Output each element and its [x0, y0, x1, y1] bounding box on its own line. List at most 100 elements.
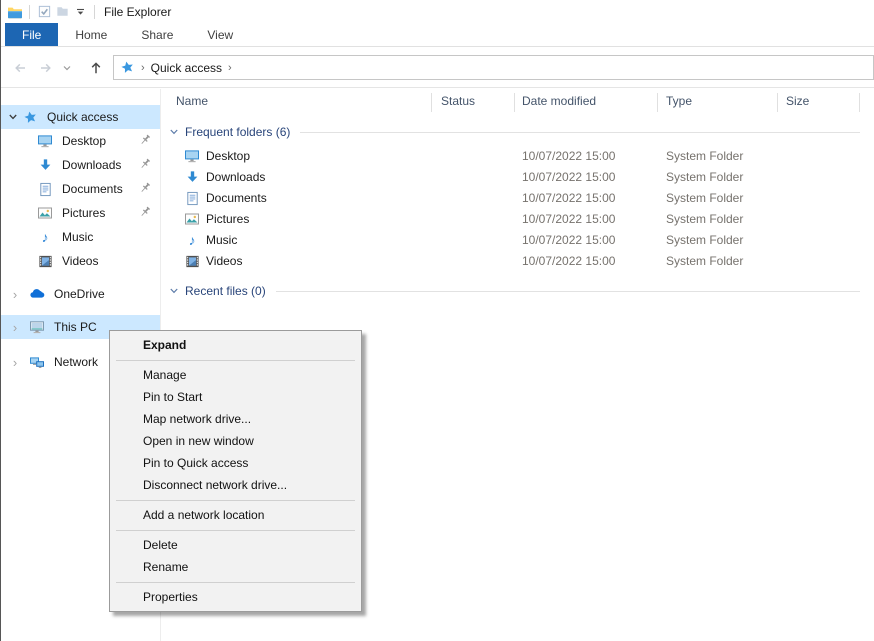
column-header-date-modified[interactable]: Date modified [522, 94, 596, 108]
tab-home[interactable]: Home [58, 23, 124, 46]
file-row-documents[interactable]: Documents 10/07/2022 15:00 System Folder [161, 188, 874, 209]
pin-icon[interactable] [138, 181, 152, 195]
sidebar-item-label: Music [62, 230, 93, 244]
menu-item-delete[interactable]: Delete [110, 534, 361, 556]
context-menu-this-pc: Expand Manage Pin to Start Map network d… [109, 330, 362, 612]
pin-icon[interactable] [138, 205, 152, 219]
pictures-icon [184, 211, 200, 227]
chevron-down-icon [169, 286, 179, 296]
sidebar-item-label: Network [54, 355, 98, 369]
file-explorer-window: File Explorer File Home Share View [0, 0, 874, 641]
menu-item-rename[interactable]: Rename [110, 556, 361, 578]
file-date-modified: 10/07/2022 15:00 [522, 170, 615, 184]
file-date-modified: 10/07/2022 15:00 [522, 254, 615, 268]
file-row-desktop[interactable]: Desktop 10/07/2022 15:00 System Folder [161, 146, 874, 167]
chevron-right-icon[interactable]: › [8, 355, 22, 370]
column-resize-handle[interactable] [657, 93, 658, 112]
group-header-label: Frequent folders (6) [185, 125, 290, 139]
up-icon[interactable] [83, 55, 109, 81]
sidebar-item-pictures[interactable]: Pictures [1, 201, 160, 225]
file-name: Downloads [206, 170, 265, 184]
forward-icon[interactable] [33, 55, 59, 81]
file-date-modified: 10/07/2022 15:00 [522, 149, 615, 163]
pin-icon[interactable] [138, 157, 152, 171]
menu-item-open-in-new-window[interactable]: Open in new window [110, 430, 361, 452]
file-type: System Folder [666, 212, 743, 226]
file-row-pictures[interactable]: Pictures 10/07/2022 15:00 System Folder [161, 209, 874, 230]
sidebar-item-videos[interactable]: Videos [1, 249, 160, 273]
breadcrumb-quick-access[interactable]: Quick access [151, 61, 222, 75]
network-icon [29, 354, 45, 370]
address-bar[interactable]: › Quick access › [113, 55, 874, 80]
menu-item-disconnect-network-drive[interactable]: Disconnect network drive... [110, 474, 361, 496]
column-resize-handle[interactable] [777, 93, 778, 112]
chevron-down-icon[interactable] [8, 112, 22, 122]
breadcrumb-chevron-icon[interactable]: › [141, 62, 145, 74]
quick-access-star-icon [22, 109, 38, 125]
tab-file[interactable]: File [5, 23, 58, 46]
file-date-modified: 10/07/2022 15:00 [522, 191, 615, 205]
tab-share[interactable]: Share [124, 23, 190, 46]
file-date-modified: 10/07/2022 15:00 [522, 212, 615, 226]
sidebar-item-downloads[interactable]: Downloads [1, 153, 160, 177]
sidebar-item-onedrive[interactable]: › OneDrive [1, 282, 160, 306]
qat-dropdown-icon[interactable] [71, 3, 89, 21]
menu-item-pin-to-quick-access[interactable]: Pin to Quick access [110, 452, 361, 474]
menu-item-add-network-location[interactable]: Add a network location [110, 504, 361, 526]
downloads-icon [37, 157, 53, 173]
chevron-right-icon[interactable]: › [8, 320, 22, 335]
file-row-downloads[interactable]: Downloads 10/07/2022 15:00 System Folder [161, 167, 874, 188]
sidebar-item-desktop[interactable]: Desktop [1, 129, 160, 153]
recent-locations-chevron-icon[interactable] [59, 55, 75, 81]
file-row-videos[interactable]: Videos 10/07/2022 15:00 System Folder [161, 251, 874, 272]
titlebar-separator [94, 5, 95, 19]
column-resize-handle[interactable] [514, 93, 515, 112]
music-icon: ♪ [37, 229, 53, 245]
group-header-frequent-folders[interactable]: Frequent folders (6) [169, 122, 874, 142]
sidebar-item-label: This PC [54, 320, 97, 334]
menu-item-pin-to-start[interactable]: Pin to Start [110, 386, 361, 408]
file-name: Pictures [206, 212, 249, 226]
group-header-rule [276, 291, 860, 292]
new-folder-icon[interactable] [53, 3, 71, 21]
group-header-rule [300, 132, 860, 133]
tab-view[interactable]: View [190, 23, 250, 46]
menu-item-properties[interactable]: Properties [110, 586, 361, 608]
sidebar-item-label: Documents [62, 182, 123, 196]
sidebar-item-music[interactable]: ♪ Music [1, 225, 160, 249]
menu-item-expand[interactable]: Expand [110, 334, 361, 356]
menu-separator [110, 496, 361, 504]
file-type: System Folder [666, 149, 743, 163]
file-type: System Folder [666, 254, 743, 268]
sidebar-item-label: Videos [62, 254, 98, 268]
breadcrumb-chevron-icon[interactable]: › [228, 62, 232, 74]
downloads-icon [184, 169, 200, 185]
sidebar-item-documents[interactable]: Documents [1, 177, 160, 201]
menu-item-manage[interactable]: Manage [110, 364, 361, 386]
column-header-name[interactable]: Name [176, 94, 208, 108]
column-header-type[interactable]: Type [666, 94, 692, 108]
properties-icon[interactable] [35, 3, 53, 21]
chevron-down-icon [169, 127, 179, 137]
column-header-status[interactable]: Status [441, 94, 475, 108]
documents-icon [184, 190, 200, 206]
group-header-recent-files[interactable]: Recent files (0) [169, 281, 874, 301]
sidebar-item-quick-access[interactable]: Quick access [1, 105, 160, 129]
back-icon[interactable] [7, 55, 33, 81]
column-resize-handle[interactable] [859, 93, 860, 112]
music-icon: ♪ [184, 232, 200, 248]
column-header-size[interactable]: Size [786, 94, 809, 108]
file-type: System Folder [666, 191, 743, 205]
chevron-right-icon[interactable]: › [8, 287, 22, 302]
column-resize-handle[interactable] [431, 93, 432, 112]
menu-item-map-network-drive[interactable]: Map network drive... [110, 408, 361, 430]
file-row-music[interactable]: ♪ Music 10/07/2022 15:00 System Folder [161, 230, 874, 251]
quick-access-star-icon [120, 60, 135, 75]
onedrive-icon [29, 286, 45, 302]
sidebar-item-label: Downloads [62, 158, 121, 172]
file-name: Documents [206, 191, 267, 205]
sidebar-item-label: Pictures [62, 206, 105, 220]
menu-separator [110, 526, 361, 534]
pin-icon[interactable] [138, 133, 152, 147]
sidebar-item-label: Desktop [62, 134, 106, 148]
